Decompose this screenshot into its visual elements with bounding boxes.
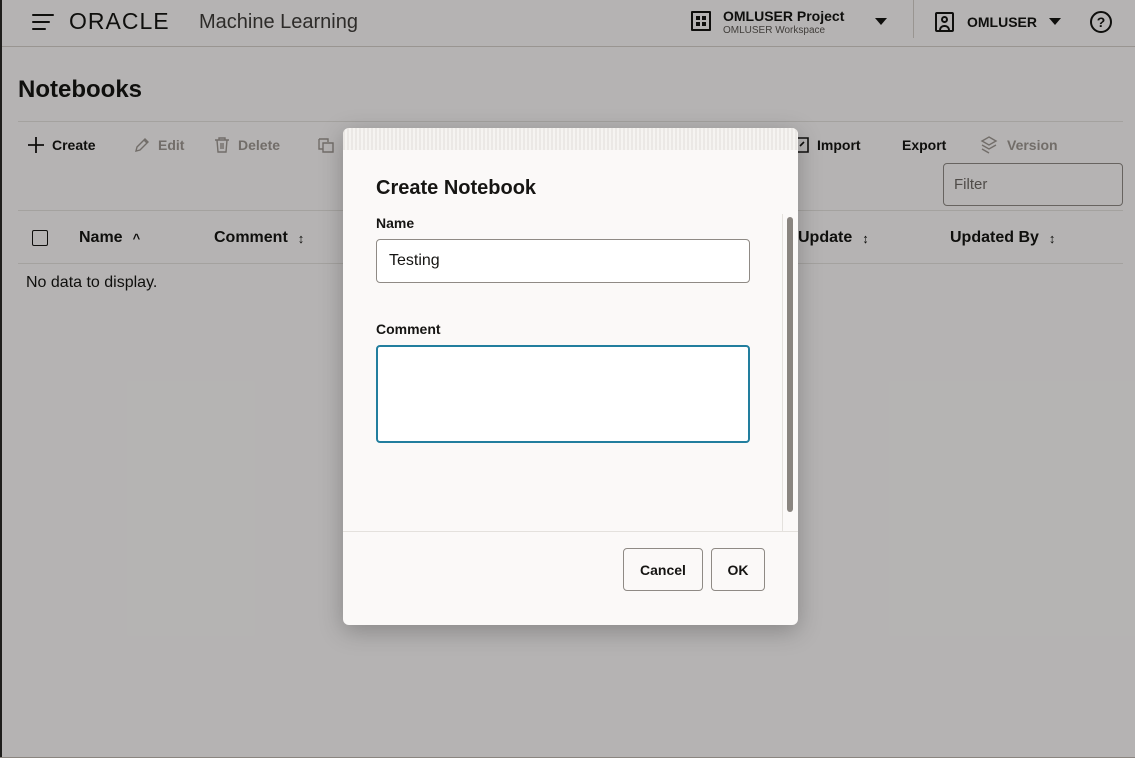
name-field-label: Name (376, 215, 415, 231)
dialog-drag-handle[interactable] (343, 128, 798, 150)
comment-field-label: Comment (376, 321, 441, 337)
window-bottom-edge (0, 757, 1135, 765)
dialog-footer-divider (343, 531, 798, 532)
create-notebook-dialog: Create Notebook Name Comment Cancel OK (343, 128, 798, 625)
window-bottom-line (0, 757, 1135, 758)
name-field[interactable] (376, 239, 750, 283)
comment-field[interactable] (376, 345, 750, 443)
dialog-scrollbar-thumb[interactable] (787, 217, 793, 512)
ok-button[interactable]: OK (711, 548, 765, 591)
window-edge (0, 0, 2, 765)
cancel-button[interactable]: Cancel (623, 548, 703, 591)
dialog-title: Create Notebook (376, 177, 537, 199)
